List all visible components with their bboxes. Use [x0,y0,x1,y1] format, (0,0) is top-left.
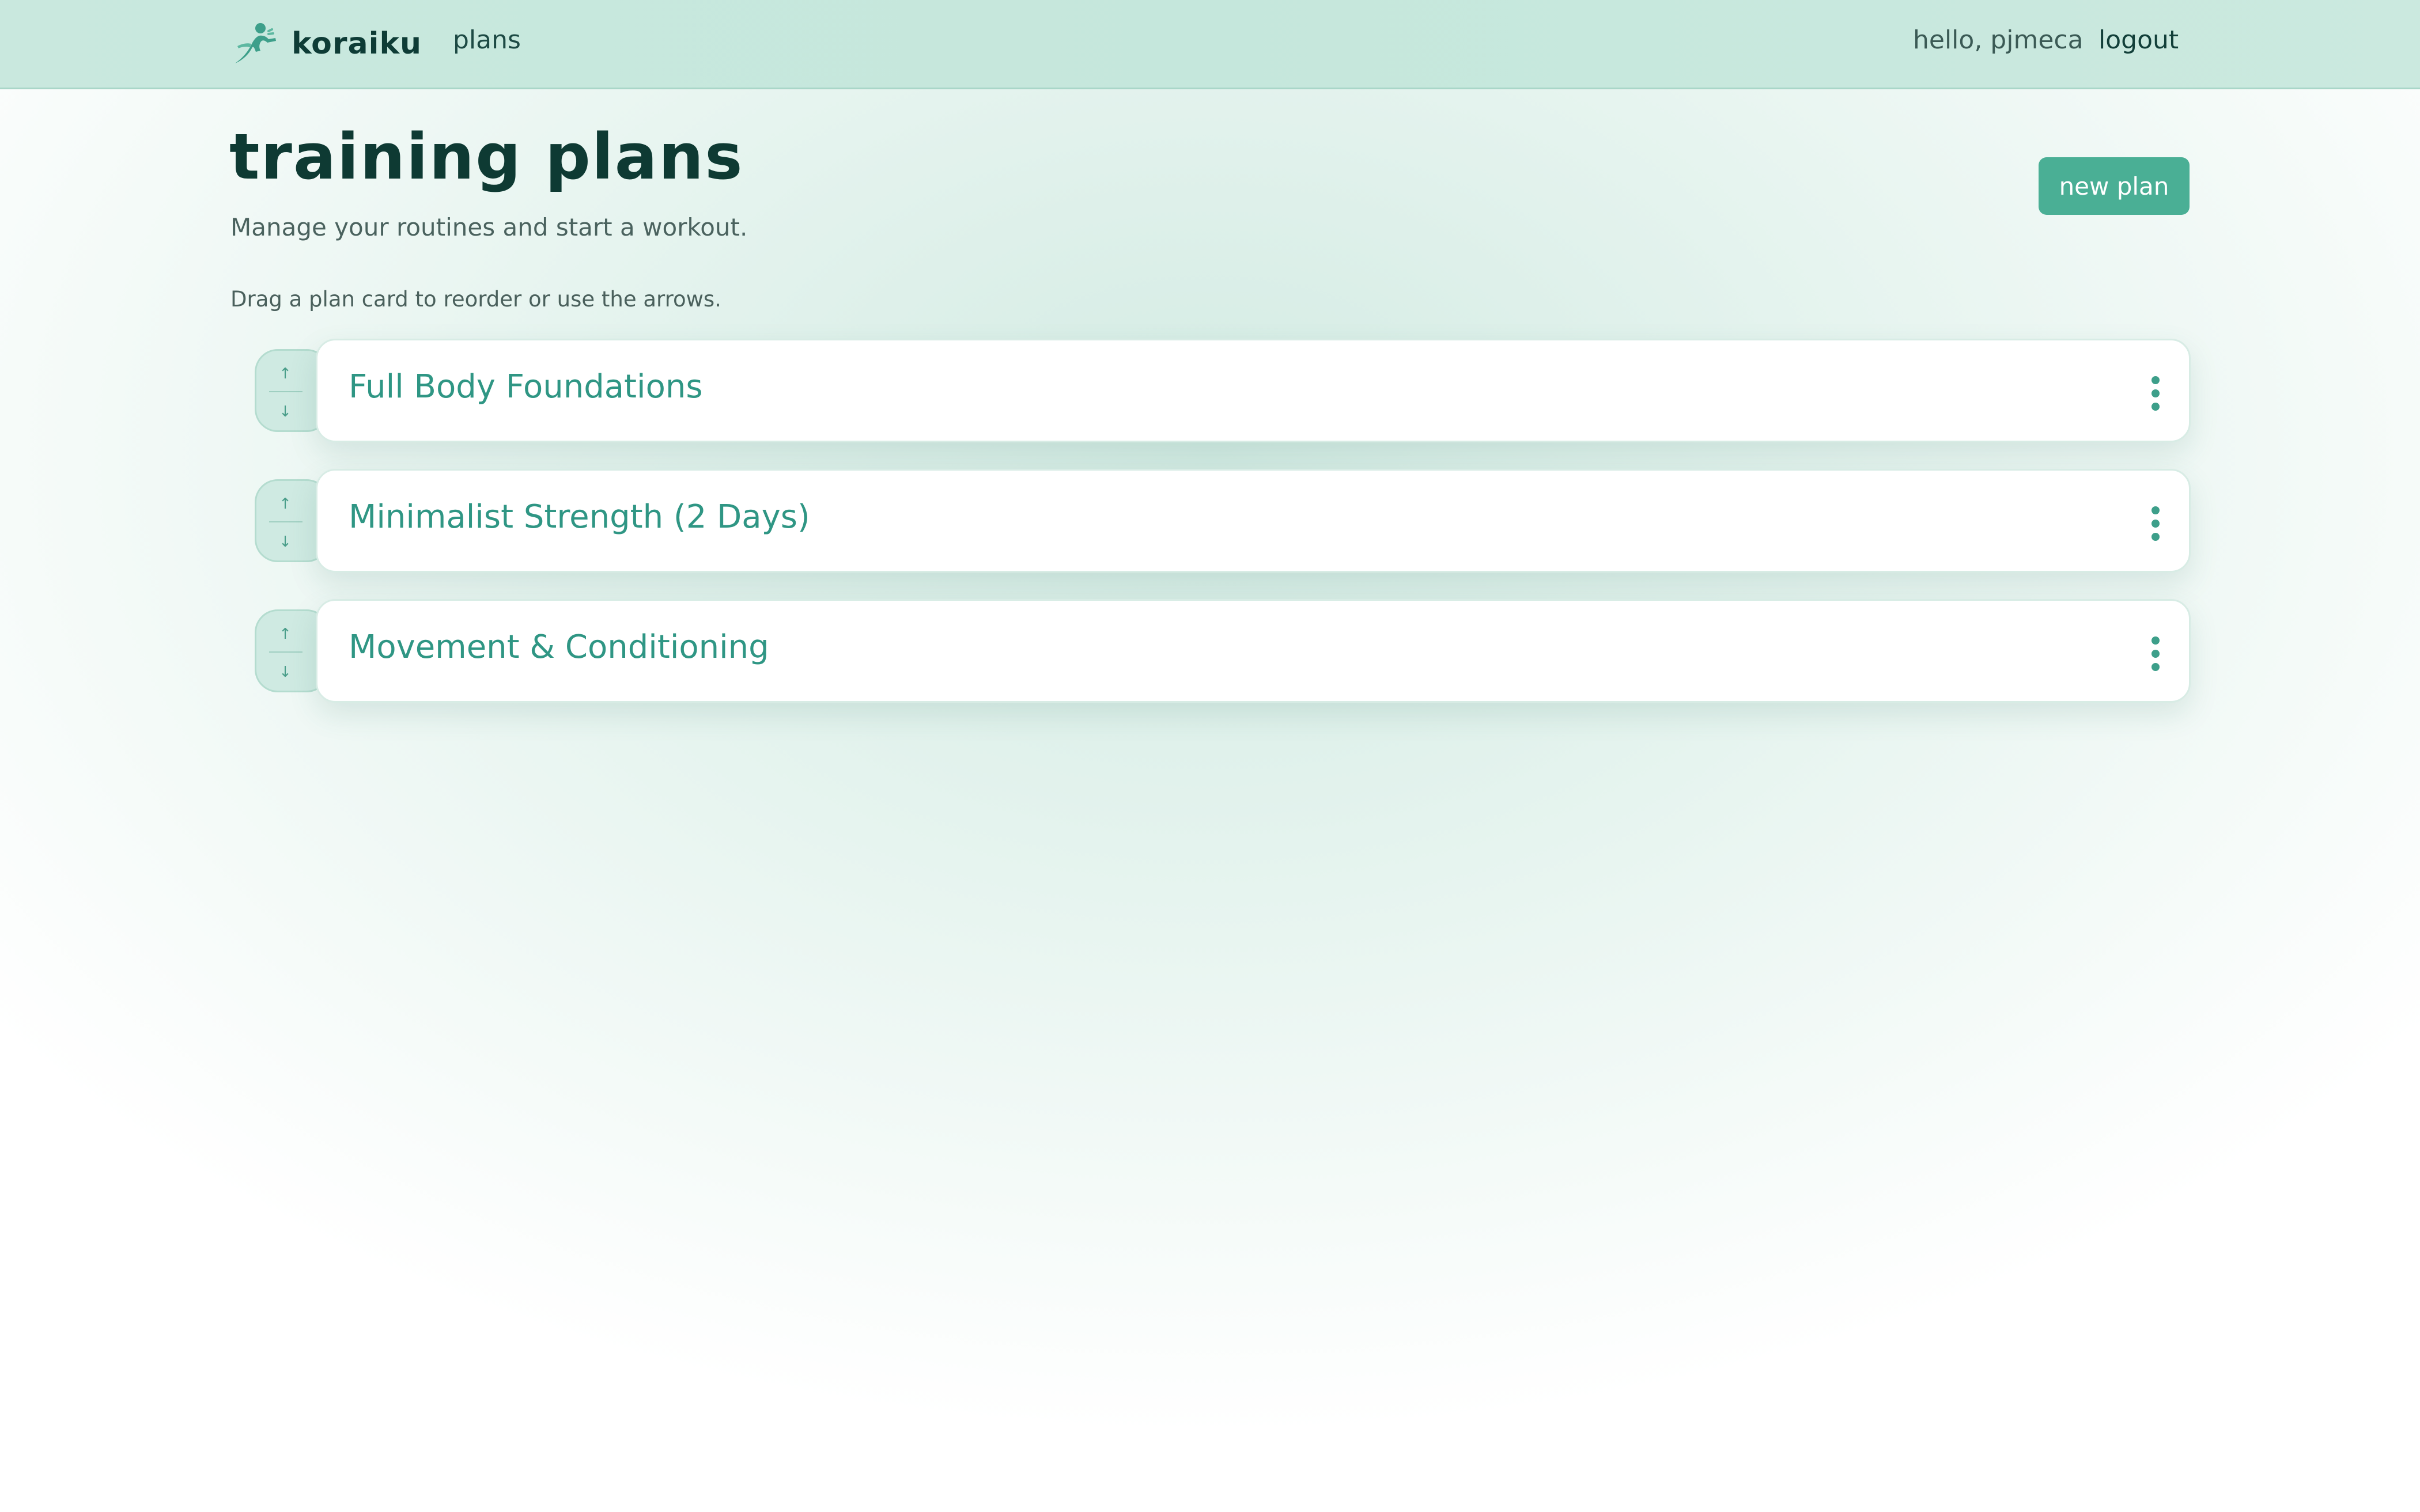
runner-icon [235,23,276,63]
brand[interactable]: koraiku [230,21,422,67]
divider [269,651,302,653]
arrow-up-icon[interactable]: ↑ [256,357,314,391]
arrow-up-icon[interactable]: ↑ [256,617,314,651]
divider [269,521,302,522]
page-title: training plans [229,120,744,194]
more-options-icon[interactable] [2147,376,2164,411]
plan-name: Full Body Foundations [349,368,703,406]
arrow-down-icon[interactable]: ↓ [256,525,314,559]
plan-row: ↑ ↓ Full Body Foundations [255,339,2191,442]
page-subtitle: Manage your routines and start a workout… [230,213,748,241]
arrow-up-icon[interactable]: ↑ [256,487,314,521]
plan-name: Minimalist Strength (2 Days) [349,498,810,536]
plan-card[interactable]: Full Body Foundations [316,339,2191,442]
divider [269,391,302,392]
plan-card[interactable]: Minimalist Strength (2 Days) [316,469,2191,573]
plan-row: ↑ ↓ Movement & Conditioning [255,599,2191,703]
plan-row: ↑ ↓ Minimalist Strength (2 Days) [255,469,2191,573]
new-plan-button[interactable]: new plan [2039,157,2190,215]
logout-link[interactable]: logout [2098,25,2179,55]
top-navigation-bar: koraiku plans hello, pjmeca logout [0,0,2420,89]
plan-name: Movement & Conditioning [349,628,769,666]
more-options-icon[interactable] [2147,506,2164,541]
reorder-hint: Drag a plan card to reorder or use the a… [230,287,721,312]
user-greeting: hello, pjmeca [1913,25,2084,55]
plan-card[interactable]: Movement & Conditioning [316,599,2191,703]
arrow-down-icon[interactable]: ↓ [256,655,314,689]
more-options-icon[interactable] [2147,636,2164,671]
nav-link-plans[interactable]: plans [453,25,521,55]
brand-name: koraiku [292,26,422,61]
arrow-down-icon[interactable]: ↓ [256,395,314,429]
